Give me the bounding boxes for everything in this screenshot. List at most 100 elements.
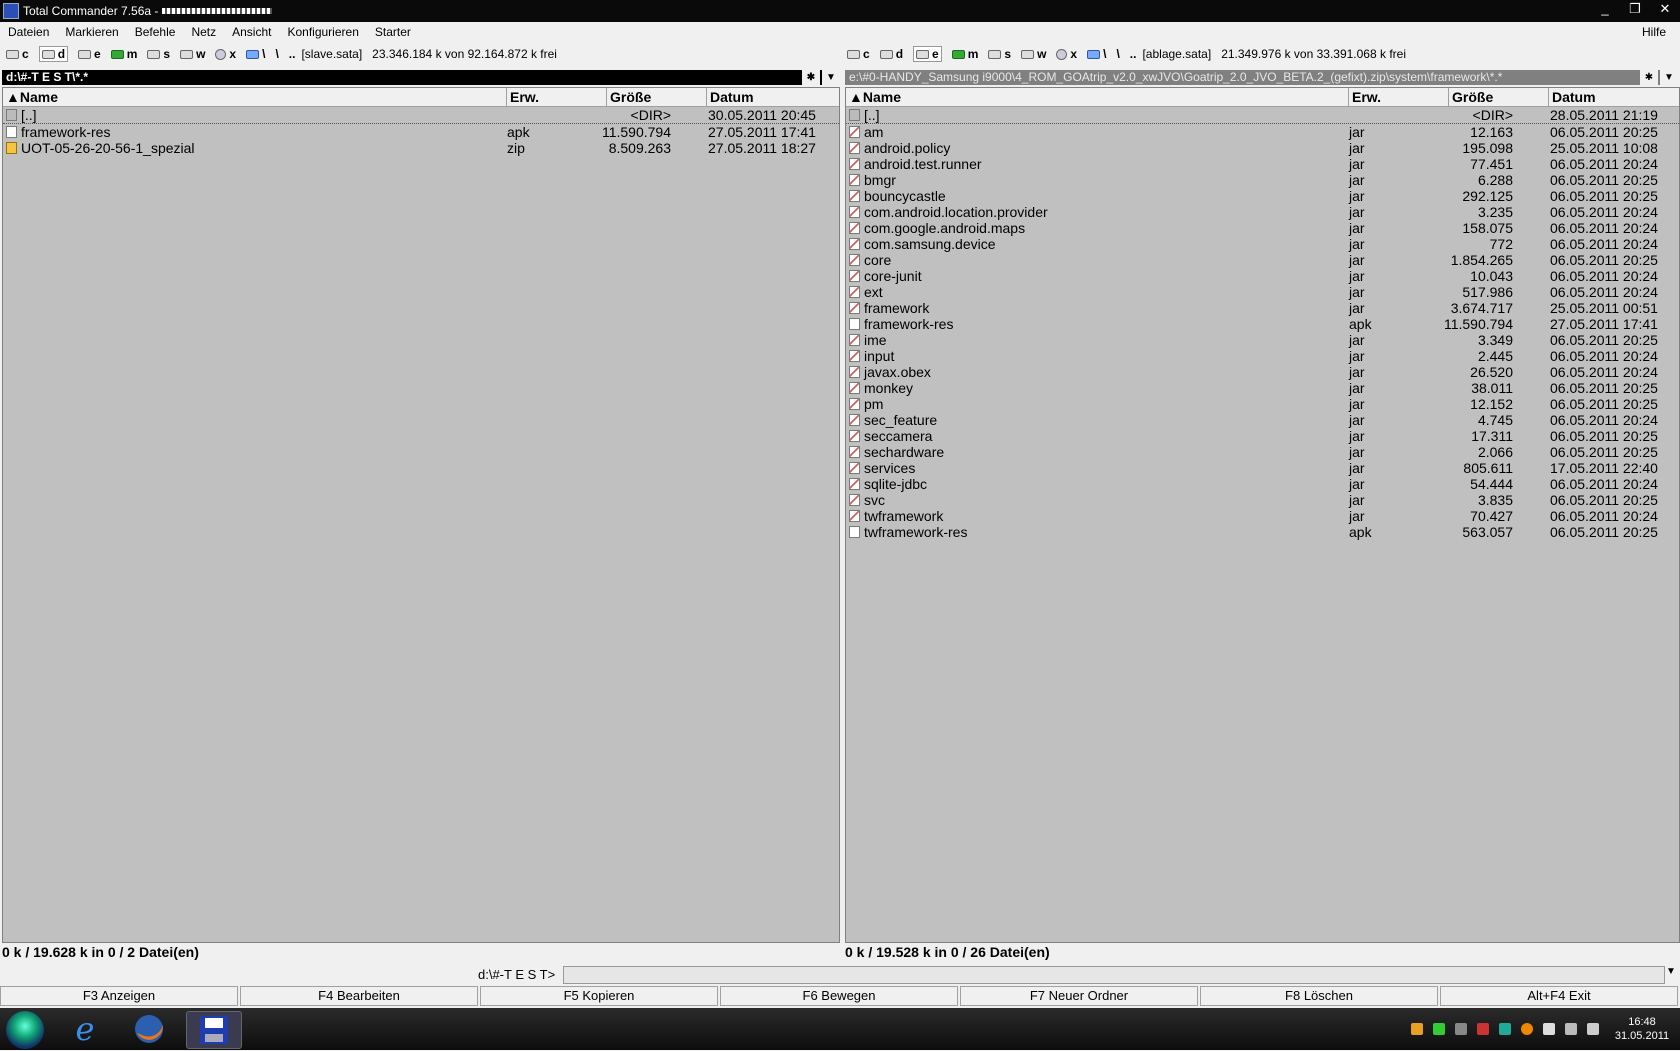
clock[interactable]: 16:48 31.05.2011 <box>1604 1015 1680 1043</box>
file-row[interactable]: framework-res apk 11.590.794 27.05.2011 17:… <box>846 316 1679 332</box>
tray-app-icon[interactable] <box>1455 1023 1467 1035</box>
network-button[interactable]: \ <box>1087 47 1106 61</box>
file-row[interactable]: seccamera jar 17.311 06.05.2011 20:25 <box>846 428 1679 444</box>
header-size[interactable]: Größe <box>1449 88 1549 106</box>
file-row[interactable]: com.android.location.provider jar 3.235 06.… <box>846 204 1679 220</box>
minimize-button[interactable]: _ <box>1590 0 1620 18</box>
f6-move-button[interactable]: F6 Bewegen <box>720 986 958 1006</box>
file-row[interactable]: javax.obex jar 26.520 06.05.2011 20:24 <box>846 364 1679 380</box>
right-file-panel[interactable]: ▲Name Erw. Größe Datum [..] <DIR> 28.05.20… <box>845 87 1680 943</box>
close-button[interactable]: ✕ <box>1650 0 1680 18</box>
header-name[interactable]: ▲Name <box>846 88 1349 106</box>
file-row[interactable]: bouncycastle jar 292.125 06.05.2011 20:25 <box>846 188 1679 204</box>
menu-befehle[interactable]: Befehle <box>127 25 184 39</box>
firefox-icon[interactable] <box>122 1011 176 1047</box>
total-commander-icon[interactable] <box>186 1011 242 1049</box>
drive-c-button[interactable]: c <box>847 47 870 61</box>
file-row[interactable]: svc jar 3.835 06.05.2011 20:25 <box>846 492 1679 508</box>
drive-d-button[interactable]: d <box>879 47 903 61</box>
root-button[interactable]: \ <box>275 47 278 61</box>
f8-delete-button[interactable]: F8 Löschen <box>1200 986 1438 1006</box>
exit-button[interactable]: Alt+F4 Exit <box>1440 986 1678 1006</box>
info-icon[interactable] <box>1521 1023 1533 1035</box>
drive-m-button[interactable]: m <box>110 47 137 61</box>
f7-new-folder-button[interactable]: F7 Neuer Ordner <box>960 986 1198 1006</box>
header-date[interactable]: Datum <box>707 88 839 106</box>
file-row[interactable]: android.policy jar 195.098 25.05.2011 10:08 <box>846 140 1679 156</box>
tray-app-icon[interactable] <box>1477 1023 1489 1035</box>
root-button[interactable]: \ <box>1116 47 1119 61</box>
drive-s-button[interactable]: s <box>988 47 1011 61</box>
file-row[interactable]: twframework jar 70.427 06.05.2011 20:24 <box>846 508 1679 524</box>
file-row[interactable]: am jar 12.163 06.05.2011 20:25 <box>846 124 1679 140</box>
drive-w-button[interactable]: w <box>1021 47 1046 61</box>
drive-w-button[interactable]: w <box>180 47 205 61</box>
tray-app-icon[interactable] <box>1433 1023 1445 1035</box>
parent-dir-row[interactable]: [..] <DIR> 28.05.2011 21:19 <box>846 107 1679 124</box>
menu-starter[interactable]: Starter <box>367 25 419 39</box>
tray-app-icon[interactable] <box>1499 1023 1511 1035</box>
menu-konfigurieren[interactable]: Konfigurieren <box>279 25 366 39</box>
chevron-down-icon[interactable]: ▼ <box>822 70 840 85</box>
command-input[interactable] <box>563 966 1665 984</box>
menu-dateien[interactable]: Dateien <box>0 25 57 39</box>
file-row[interactable]: com.samsung.device jar 772 06.05.2011 20:24 <box>846 236 1679 252</box>
drive-m-button[interactable]: m <box>951 47 978 61</box>
drive-s-button[interactable]: s <box>147 47 170 61</box>
chevron-down-icon[interactable]: ▼ <box>1660 70 1678 85</box>
header-size[interactable]: Größe <box>607 88 707 106</box>
f5-copy-button[interactable]: F5 Kopieren <box>480 986 718 1006</box>
drive-x-button[interactable]: x <box>215 47 236 61</box>
menu-ansicht[interactable]: Ansicht <box>224 25 279 39</box>
file-row[interactable]: input jar 2.445 06.05.2011 20:24 <box>846 348 1679 364</box>
header-ext[interactable]: Erw. <box>1349 88 1449 106</box>
drive-c-button[interactable]: c <box>6 47 29 61</box>
file-row[interactable]: ext jar 517.986 06.05.2011 20:24 <box>846 284 1679 300</box>
file-row[interactable]: core jar 1.854.265 06.05.2011 20:25 <box>846 252 1679 268</box>
header-name[interactable]: ▲Name <box>3 88 507 106</box>
start-button[interactable] <box>6 1011 44 1049</box>
drive-e-button[interactable]: e <box>913 46 942 62</box>
f3-view-button[interactable]: F3 Anzeigen <box>0 986 238 1006</box>
left-file-panel[interactable]: ▲Name Erw. Größe Datum [..] <DIR> 30.05.20… <box>2 87 840 943</box>
flag-icon[interactable] <box>1543 1023 1555 1035</box>
speaker-icon[interactable] <box>1587 1023 1599 1035</box>
parent-button[interactable]: .. <box>1130 47 1137 61</box>
internet-explorer-icon[interactable]: e <box>58 1010 112 1048</box>
chevron-down-icon[interactable]: ▼ <box>1664 966 1678 982</box>
header-date[interactable]: Datum <box>1549 88 1679 106</box>
file-row[interactable]: bmgr jar 6.288 06.05.2011 20:25 <box>846 172 1679 188</box>
file-row[interactable]: UOT-05-26-20-56-1_spezial zip 8.509.263 27.… <box>3 140 839 156</box>
file-row[interactable]: framework jar 3.674.717 25.05.2011 00:51 <box>846 300 1679 316</box>
history-button[interactable]: ✱ <box>802 70 820 85</box>
menu-netz[interactable]: Netz <box>183 25 224 39</box>
f4-edit-button[interactable]: F4 Bearbeiten <box>240 986 478 1006</box>
file-row[interactable]: monkey jar 38.011 06.05.2011 20:25 <box>846 380 1679 396</box>
file-row[interactable]: sec_feature jar 4.745 06.05.2011 20:24 <box>846 412 1679 428</box>
tray-app-icon[interactable] <box>1411 1023 1423 1035</box>
menu-markieren[interactable]: Markieren <box>57 25 126 39</box>
file-row[interactable]: sqlite-jdbc jar 54.444 06.05.2011 20:24 <box>846 476 1679 492</box>
file-row[interactable]: services jar 805.611 17.05.2011 22:40 <box>846 460 1679 476</box>
file-row[interactable]: core-junit jar 10.043 06.05.2011 20:24 <box>846 268 1679 284</box>
file-row[interactable]: com.google.android.maps jar 158.075 06.05.2… <box>846 220 1679 236</box>
file-row[interactable]: framework-res apk 11.590.794 27.05.2011 17:… <box>3 124 839 140</box>
file-row[interactable]: pm jar 12.152 06.05.2011 20:25 <box>846 396 1679 412</box>
file-row[interactable]: android.test.runner jar 77.451 06.05.2011 2… <box>846 156 1679 172</box>
file-row[interactable]: sechardware jar 2.066 06.05.2011 20:25 <box>846 444 1679 460</box>
header-ext[interactable]: Erw. <box>507 88 607 106</box>
file-row[interactable]: twframework-res apk 563.057 06.05.2011 20:2… <box>846 524 1679 540</box>
parent-dir-row[interactable]: [..] <DIR> 30.05.2011 20:45 <box>3 107 839 124</box>
network-icon[interactable] <box>1565 1023 1577 1035</box>
menu-hilfe[interactable]: Hilfe <box>1634 25 1674 39</box>
drive-e-button[interactable]: e <box>78 47 101 61</box>
file-row[interactable]: ime jar 3.349 06.05.2011 20:25 <box>846 332 1679 348</box>
maximize-button[interactable]: ❐ <box>1620 0 1650 18</box>
history-button[interactable]: ✱ <box>1640 70 1658 85</box>
network-button[interactable]: \ <box>246 47 265 61</box>
right-path-bar[interactable]: e:\#0-HANDY_Samsung i9000\4_ROM_GOAtrip_… <box>845 70 1678 85</box>
parent-button[interactable]: .. <box>289 47 296 61</box>
left-path-bar[interactable]: d:\#-T E S T\*.* ✱ ▼ <box>2 70 840 85</box>
drive-x-button[interactable]: x <box>1056 47 1077 61</box>
drive-d-button[interactable]: d <box>38 46 69 62</box>
